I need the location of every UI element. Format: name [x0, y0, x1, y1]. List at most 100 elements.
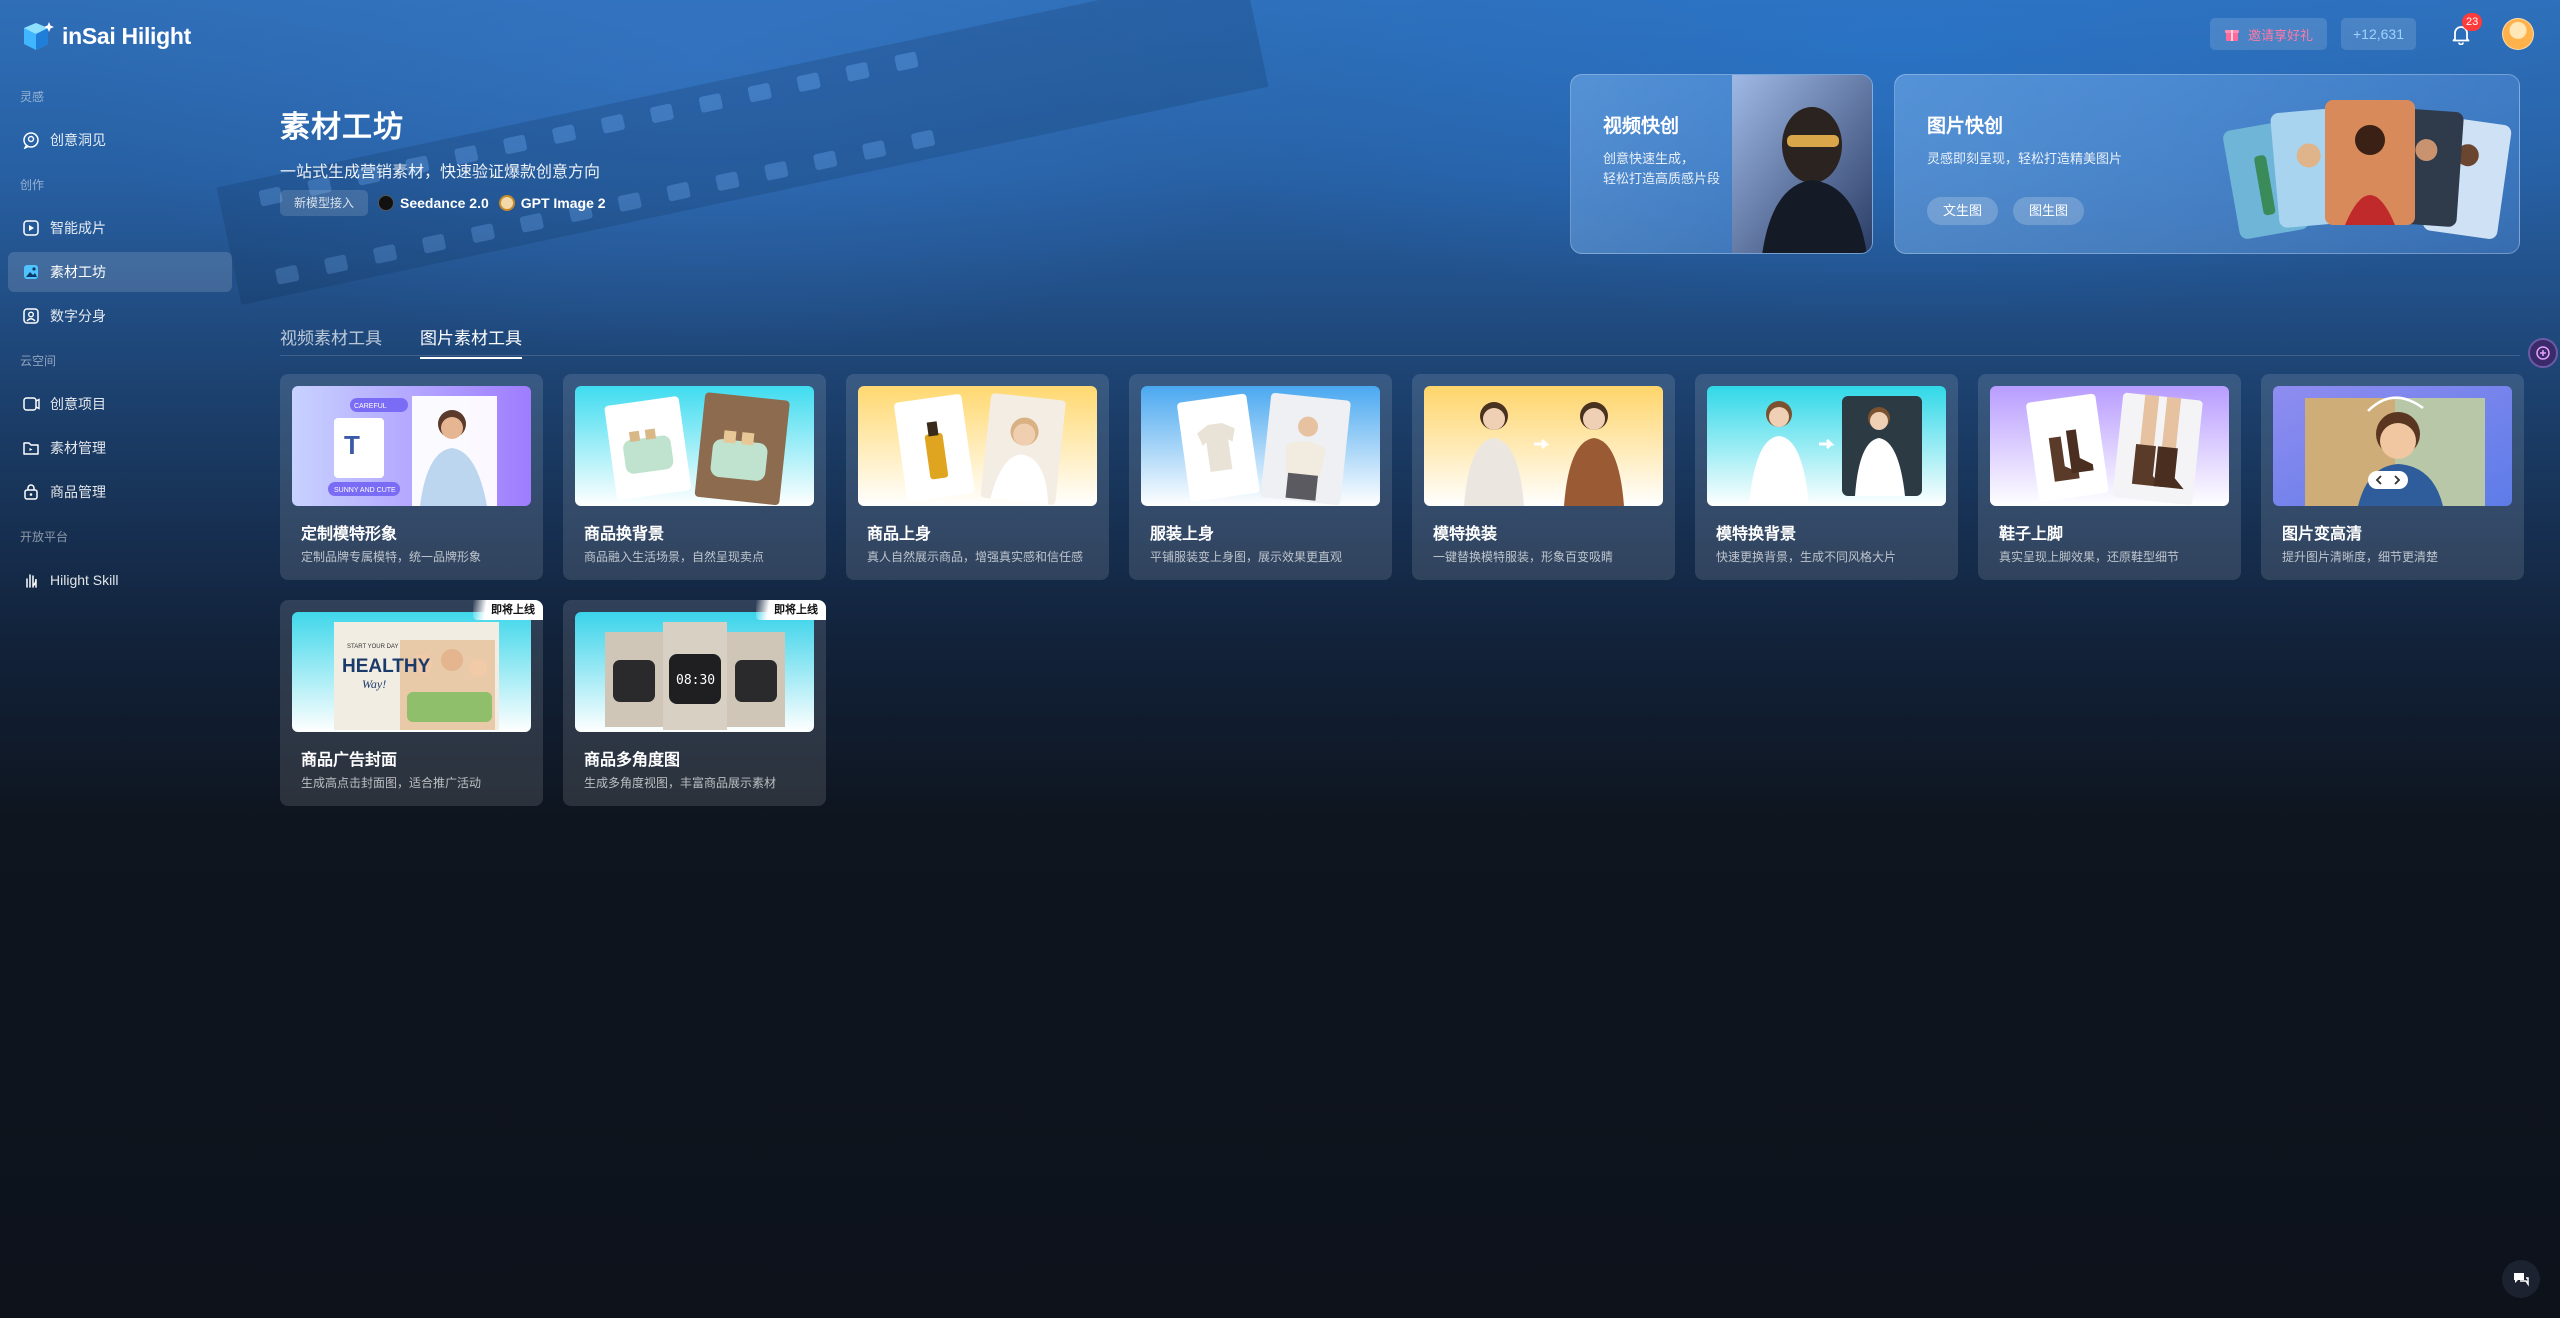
new-models-row: 新模型接入 Seedance 2.0 GPT Image 2 [280, 190, 606, 216]
tool-card-desc: 真人自然展示商品，增强真实感和信任感 [867, 550, 1084, 564]
sidebar-item-material-workshop[interactable]: 素材工坊 [8, 252, 232, 292]
model-gpt-image: GPT Image 2 [498, 195, 606, 211]
tool-card-product-on-body[interactable]: 商品上身 真人自然展示商品，增强真实感和信任感 [846, 374, 1109, 580]
tool-card-product-ad-cover[interactable]: START YOUR DAY HEALTHY Way! 即将上线 商品广告封面 … [280, 600, 543, 806]
sidebar-item-label: Hilight Skill [50, 572, 119, 588]
ad-cover-text: HEALTHY [342, 656, 431, 677]
tool-card-title: 服装上身 [1150, 526, 1215, 543]
image-quick-create-card[interactable]: 图片快创 灵感即刻呈现，轻松打造精美图片 文生图 图生图 [1894, 74, 2520, 254]
gift-icon [2224, 30, 2239, 41]
notification-count-badge: 23 [2462, 13, 2483, 31]
promo-title: 视频快创 [1603, 116, 1680, 137]
tool-card-title: 商品换背景 [584, 526, 665, 543]
image-gallery-icon [24, 265, 38, 279]
product-lock-icon [24, 484, 38, 500]
top-bar: 邀请享好礼 +12,631 23 [2209, 13, 2534, 50]
nav-group-label-create: 创作 [20, 178, 45, 192]
folder-icon [23, 442, 39, 455]
model-chip-label: SUNNY AND CUTE [334, 487, 396, 494]
svg-text:T: T [344, 430, 360, 460]
notifications-button[interactable]: 23 [2446, 13, 2483, 49]
credits-button[interactable]: +12,631 [2341, 18, 2416, 50]
tool-tabs: 视频素材工具 图片素材工具 [280, 320, 2520, 359]
tool-card-custom-model[interactable]: T CAREFUL SUNNY AND CUTE 定制模特形象 定制品牌专属模特… [280, 374, 543, 580]
project-icon [23, 397, 40, 411]
sidebar-item-product-management[interactable]: 商品管理 [8, 472, 232, 512]
chat-bubble-icon [2514, 1273, 2529, 1287]
product-multi-angle-thumbnail: 08:30 [575, 612, 814, 732]
video-promo-person-image [1732, 75, 1872, 253]
text-to-image-button[interactable]: 文生图 [1927, 197, 1999, 225]
sidebar-item-hilight-skill[interactable]: Hilight Skill [8, 560, 232, 600]
nav-group-label-inspiration: 灵感 [20, 90, 45, 104]
tool-card-title: 鞋子上脚 [1999, 526, 2064, 543]
tab-video-tools[interactable]: 视频素材工具 [280, 324, 382, 357]
product-ad-cover-thumbnail: START YOUR DAY HEALTHY Way! [292, 612, 531, 732]
translate-icon [2536, 346, 2550, 360]
custom-model-thumbnail: T CAREFUL SUNNY AND CUTE [292, 386, 531, 506]
tool-card-desc: 一键替换模特服装，形象百变吸睛 [1433, 550, 1614, 564]
nav-group-label-cloud: 云空间 [20, 354, 57, 368]
invite-gift-label: 邀请享好礼 [2247, 27, 2313, 43]
skill-hand-icon [26, 574, 37, 588]
clothing-on-body-thumbnail [1141, 386, 1380, 506]
tool-card-desc: 快速更换背景，生成不同风格大片 [1716, 550, 1897, 564]
image-upscale-thumbnail [2273, 386, 2512, 506]
sidebar-item-digital-avatar[interactable]: 数字分身 [8, 296, 232, 336]
sidebar-item-creative-projects[interactable]: 创意项目 [8, 384, 232, 424]
tool-card-image-upscale[interactable]: 图片变高清 提升图片清晰度，细节更清楚 [2261, 374, 2524, 580]
nav-group-label-open-platform: 开放平台 [20, 530, 69, 544]
video-play-icon [23, 220, 39, 236]
model-name: GPT Image 2 [520, 195, 606, 211]
tool-card-title: 模特换装 [1433, 526, 1498, 543]
sidebar-item-label: 素材工坊 [50, 264, 106, 280]
person-card-icon [23, 308, 39, 324]
promo-desc-line: 创意快速生成， [1603, 151, 1695, 166]
openai-logo-icon [498, 195, 515, 211]
shoes-on-foot-thumbnail [1990, 386, 2229, 506]
tool-card-title: 定制模特形象 [301, 526, 398, 543]
video-quick-create-card[interactable]: 视频快创 创意快速生成， 轻松打造高质感片段 [1570, 74, 1873, 254]
tool-card-desc: 定制品牌专属模特，统一品牌形象 [301, 550, 482, 564]
coming-soon-ribbon: 即将上线 [756, 600, 826, 620]
model-chip-label: CAREFUL [354, 403, 387, 410]
tool-card-title: 商品上身 [867, 526, 932, 543]
ad-cover-text: Way! [362, 677, 386, 691]
model-background-swap-thumbnail [1707, 386, 1946, 506]
floating-assistant-button[interactable] [2528, 338, 2558, 368]
user-avatar[interactable] [2502, 18, 2534, 50]
lightbulb-chat-icon [23, 132, 39, 149]
tool-card-title: 模特换背景 [1716, 526, 1797, 543]
tool-card-product-background[interactable]: 商品换背景 商品融入生活场景，自然呈现卖点 [563, 374, 826, 580]
sidebar-item-material-management[interactable]: 素材管理 [8, 428, 232, 468]
image-promo-collage [2223, 100, 2512, 239]
tool-card-product-multi-angle[interactable]: 08:30 即将上线 商品多角度图 生成多角度视图，丰富商品展示素材 [563, 600, 826, 806]
tool-card-shoes-on-foot[interactable]: 鞋子上脚 真实呈现上脚效果，还原鞋型细节 [1978, 374, 2241, 580]
tool-card-desc: 提升图片清晰度，细节更清楚 [2282, 550, 2439, 564]
image-to-image-button[interactable]: 图生图 [2013, 197, 2085, 225]
sidebar-item-label: 商品管理 [50, 484, 106, 500]
sidebar-item-creative-insight[interactable]: 创意洞见 [8, 120, 232, 160]
app-logo[interactable]: inSai Hilight [20, 20, 191, 52]
tool-card-model-background-swap[interactable]: 模特换背景 快速更换背景，生成不同风格大片 [1695, 374, 1958, 580]
model-outfit-swap-thumbnail [1424, 386, 1663, 506]
page-subtitle: 一站式生成营销素材，快速验证爆款创意方向 [280, 164, 601, 181]
tool-card-desc: 生成多角度视图，丰富商品展示素材 [584, 776, 777, 790]
sidebar-item-label: 素材管理 [50, 440, 106, 456]
sidebar-item-label: 创意洞见 [50, 132, 106, 148]
sidebar-item-smart-video[interactable]: 智能成片 [8, 208, 232, 248]
tool-card-clothing-on-body[interactable]: 服装上身 平铺服装变上身图，展示效果更直观 [1129, 374, 1392, 580]
tool-card-title: 商品广告封面 [301, 752, 398, 769]
tool-card-title: 商品多角度图 [584, 752, 681, 769]
new-model-tag: 新模型接入 [280, 190, 369, 216]
sidebar: inSai Hilight 灵感 创意洞见 创作 智能成片 素材工坊 数字分身 … [0, 0, 240, 1318]
model-name: Seedance 2.0 [400, 195, 489, 211]
product-on-body-thumbnail [858, 386, 1097, 506]
sidebar-item-label: 智能成片 [50, 220, 106, 236]
invite-gift-button[interactable]: 邀请享好礼 [2209, 18, 2327, 50]
tool-card-model-outfit-swap[interactable]: 模特换装 一键替换模特服装，形象百变吸睛 [1412, 374, 1675, 580]
tab-image-tools[interactable]: 图片素材工具 [420, 324, 522, 359]
credits-value: +12,631 [2353, 26, 2404, 42]
model-seedance: Seedance 2.0 [378, 195, 489, 211]
chat-support-button[interactable] [2502, 1260, 2540, 1298]
